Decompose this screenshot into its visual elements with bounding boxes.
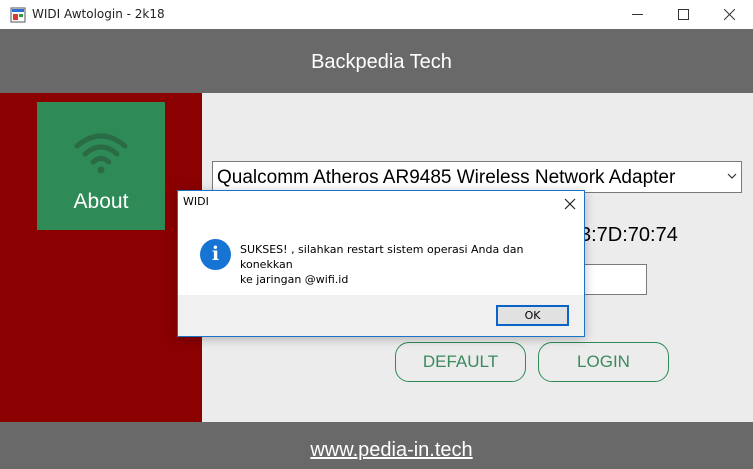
info-icon: i <box>200 239 231 270</box>
dialog-message-line1: SUKSES! , silahkan restart sistem operas… <box>240 243 524 271</box>
adapter-dropdown[interactable]: Qualcomm Atheros AR9485 Wireless Network… <box>212 161 742 193</box>
dialog-title: WIDI <box>183 195 209 208</box>
about-button[interactable]: About <box>37 102 165 230</box>
mac-address-text: 3:7D:70:74 <box>580 224 678 246</box>
window-app-icon <box>10 7 26 23</box>
ok-button[interactable]: OK <box>496 305 569 326</box>
maximize-button[interactable] <box>660 0 706 29</box>
close-icon <box>723 9 735 20</box>
dialog-close-icon[interactable] <box>562 196 578 212</box>
about-label: About <box>73 190 129 213</box>
adapter-selected-value: Qualcomm Atheros AR9485 Wireless Network… <box>217 167 676 188</box>
wifi-icon <box>74 133 128 174</box>
header-title: Backpedia Tech <box>311 51 452 73</box>
window-titlebar: WIDI Awtologin - 2k18 <box>0 0 753 29</box>
maximize-icon <box>677 9 689 20</box>
dialog-footer: OK <box>178 295 584 336</box>
minimize-button[interactable] <box>614 0 660 29</box>
window-title: WIDI Awtologin - 2k18 <box>32 7 165 21</box>
message-dialog: WIDI i SUKSES! , silahkan restart sistem… <box>177 190 585 337</box>
dialog-message: SUKSES! , silahkan restart sistem operas… <box>240 242 570 287</box>
footer-link[interactable]: www.pedia-in.tech <box>0 439 753 462</box>
chevron-down-icon <box>727 173 737 179</box>
login-button[interactable]: LOGIN <box>538 342 669 382</box>
default-button[interactable]: DEFAULT <box>395 342 526 382</box>
dialog-message-line2: ke jaringan @wifi.id <box>240 273 349 286</box>
minimize-icon <box>631 14 643 15</box>
close-button[interactable] <box>706 0 752 29</box>
